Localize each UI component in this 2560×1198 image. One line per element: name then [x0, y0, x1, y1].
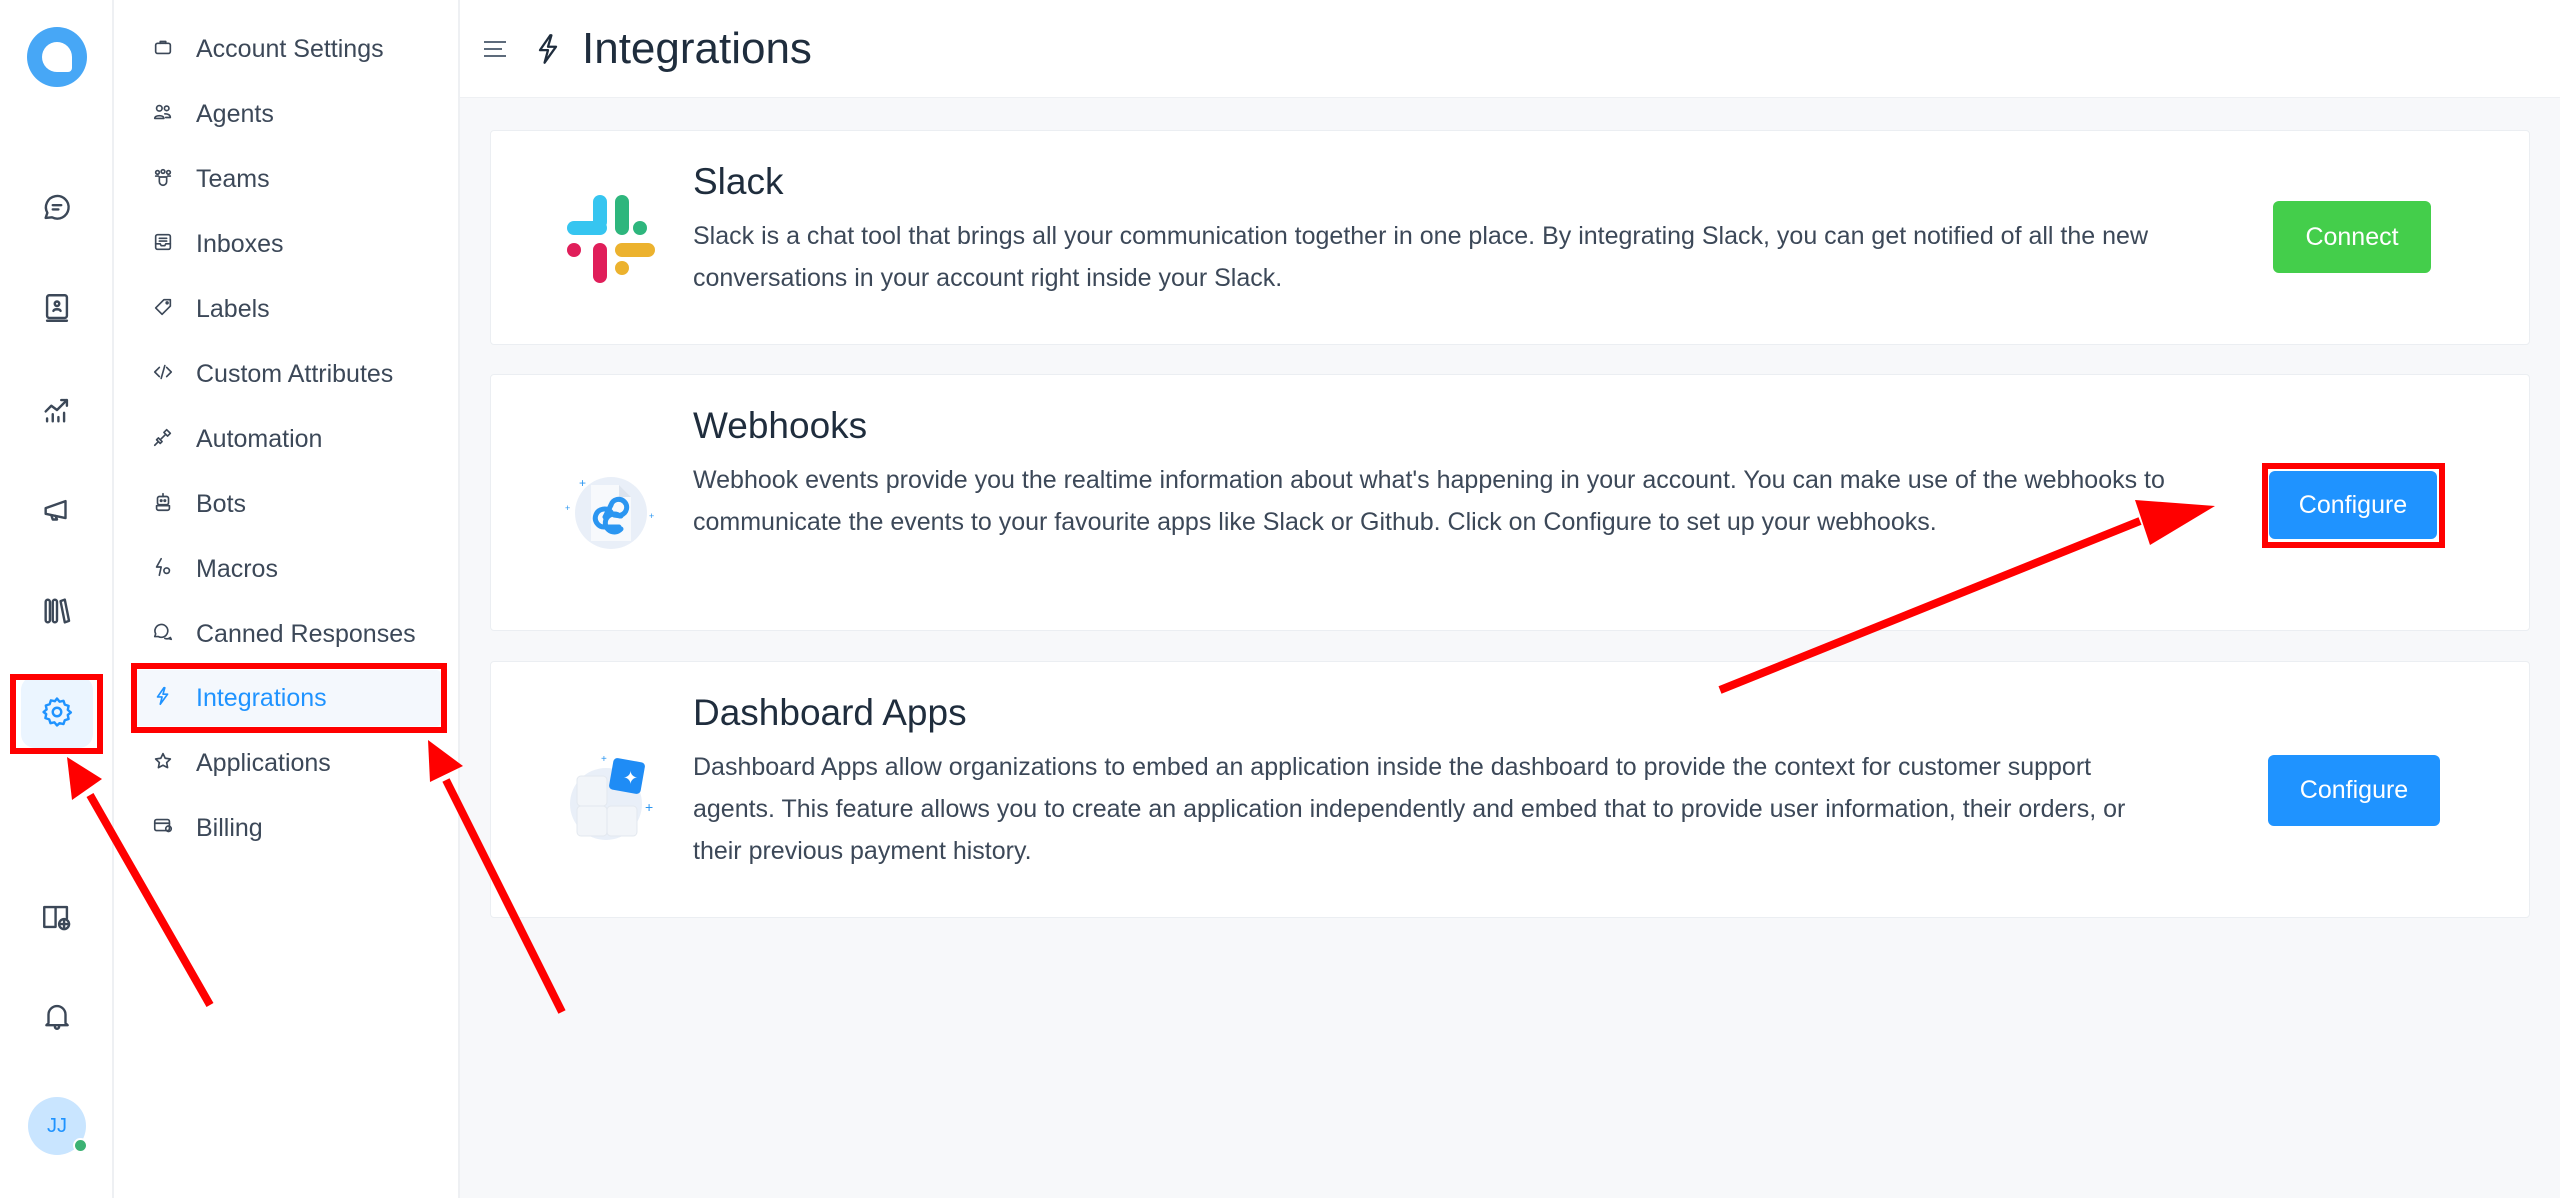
notifications-nav-button[interactable]	[33, 992, 81, 1040]
team-icon	[154, 168, 172, 187]
page-header: Integrations	[460, 0, 2560, 98]
bolt-icon	[156, 686, 169, 706]
sidebar-item-teams[interactable]: Teams	[132, 151, 442, 207]
svg-text:+: +	[579, 476, 586, 490]
primary-nav-rail: JJ	[0, 0, 114, 1198]
star-icon	[154, 752, 172, 769]
sidebar-item-label: Bots	[196, 489, 247, 518]
conversations-nav-button[interactable]	[33, 184, 81, 232]
svg-text:+: +	[649, 511, 654, 521]
library-nav-button[interactable]	[33, 587, 81, 635]
integration-title: Dashboard Apps	[693, 692, 967, 733]
webhooks-configure-button[interactable]: Configure	[2269, 471, 2437, 539]
macro-icon	[155, 557, 171, 577]
library-icon	[44, 598, 71, 624]
sidebar-item-label: Macros	[196, 554, 278, 583]
help-center-nav-button[interactable]	[33, 893, 81, 941]
sidebar-item-macros[interactable]: Macros	[132, 541, 442, 597]
megaphone-icon	[44, 499, 67, 521]
bell-icon	[45, 1004, 69, 1030]
briefcase-icon	[154, 40, 172, 55]
sidebar-item-applications[interactable]: Applications	[132, 735, 442, 791]
integration-title: Webhooks	[693, 405, 868, 446]
sidebar-item-label: Billing	[196, 813, 263, 842]
slack-logo	[561, 189, 661, 289]
chart-icon	[44, 398, 69, 423]
sidebar-item-label: Canned Responses	[196, 619, 416, 648]
integration-card-webhooks: + + + Webhooks Webhook events provide yo…	[490, 374, 2530, 631]
svg-text:+: +	[565, 503, 570, 513]
sidebar-item-custom-attributes[interactable]: Custom Attributes	[132, 346, 442, 402]
page-title: Integrations	[582, 23, 812, 73]
contact-book-icon	[45, 294, 69, 322]
sidebar-item-canned-responses[interactable]: Canned Responses	[132, 606, 442, 662]
integration-description: Webhook events provide you the realtime …	[693, 466, 2165, 536]
integration-description: Slack is a chat tool that brings all you…	[693, 222, 2148, 292]
sidebar-item-label: Inboxes	[196, 229, 284, 258]
sidebar-item-label: Automation	[196, 424, 323, 453]
inbox-icon	[154, 233, 172, 251]
sidebar-item-integrations[interactable]: Integrations	[132, 670, 442, 726]
code-icon	[153, 364, 173, 380]
book-globe-icon	[43, 905, 71, 931]
online-status-dot	[73, 1138, 88, 1153]
svg-text:+: +	[601, 754, 607, 765]
sidebar-item-labels[interactable]: Labels	[132, 281, 442, 337]
user-avatar[interactable]: JJ	[28, 1097, 88, 1155]
sidebar-item-billing[interactable]: Billing	[132, 800, 442, 856]
people-icon	[153, 104, 172, 120]
svg-text:+: +	[645, 799, 653, 815]
contacts-nav-button[interactable]	[33, 284, 81, 332]
integration-title: Slack	[693, 161, 784, 202]
integration-card-dashboard-apps: ✦ + + Dashboard Apps Dashboard Apps allo…	[490, 661, 2530, 918]
billing-icon	[153, 818, 173, 833]
integration-description: Dashboard Apps allow organizations to em…	[693, 753, 2126, 865]
sidebar-item-label: Account Settings	[196, 34, 384, 63]
sidebar-item-inboxes[interactable]: Inboxes	[132, 216, 442, 272]
dashboard-apps-icon: ✦ + +	[561, 746, 661, 846]
main-content: Integrations Slack Slack is a chat tool …	[460, 0, 2560, 1198]
sidebar-item-label: Custom Attributes	[196, 359, 394, 388]
tag-icon	[154, 298, 172, 316]
dashboard-apps-configure-button[interactable]: Configure	[2268, 755, 2440, 826]
plug-icon	[153, 428, 172, 447]
sidebar-item-automation[interactable]: Automation	[132, 411, 442, 467]
sidebar-item-label: Integrations	[196, 683, 327, 712]
sidebar-item-account-settings[interactable]: Account Settings	[132, 21, 442, 77]
svg-text:✦: ✦	[623, 768, 638, 788]
avatar-initials: JJ	[47, 1114, 67, 1137]
chat-bubbles-icon	[153, 623, 173, 641]
sidebar-item-label: Teams	[196, 164, 270, 193]
chat-icon	[44, 194, 70, 220]
sidebar-item-label: Labels	[196, 294, 270, 323]
webhook-icon: + + +	[561, 461, 661, 561]
slack-connect-button[interactable]: Connect	[2273, 201, 2431, 273]
sidebar-item-label: Agents	[196, 99, 274, 128]
app-logo[interactable]	[27, 27, 87, 87]
integration-card-slack: Slack Slack is a chat tool that brings a…	[490, 130, 2530, 345]
hamburger-icon[interactable]	[484, 37, 508, 61]
reports-nav-button[interactable]	[33, 386, 81, 434]
bolt-icon	[538, 33, 558, 64]
sidebar-item-label: Applications	[196, 748, 331, 777]
settings-nav-button[interactable]	[21, 676, 93, 748]
gear-icon	[42, 697, 73, 727]
bot-icon	[155, 492, 171, 512]
sidebar-item-agents[interactable]: Agents	[132, 86, 442, 142]
settings-sidebar: Account Settings Agents Teams Inboxes La…	[114, 0, 460, 1198]
sidebar-item-bots[interactable]: Bots	[132, 476, 442, 532]
campaigns-nav-button[interactable]	[33, 487, 81, 535]
